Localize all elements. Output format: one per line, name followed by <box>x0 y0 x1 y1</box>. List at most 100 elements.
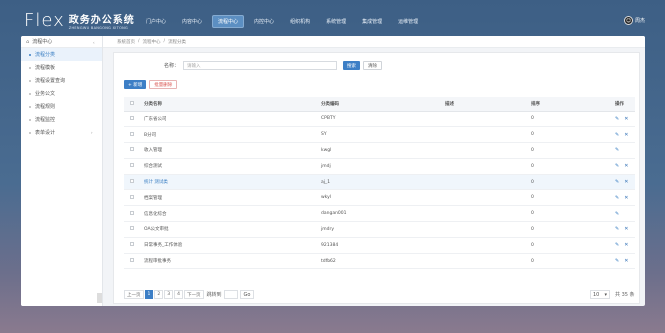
chevron-left-icon[interactable]: ‹ <box>93 40 95 45</box>
delete-icon[interactable]: ✕ <box>624 226 628 232</box>
cell-name: 收入管理 <box>144 142 321 159</box>
select-all-checkbox[interactable] <box>130 100 134 105</box>
nav-item[interactable]: 系统管理 <box>320 15 352 28</box>
table-row[interactable]: B分司 SY 0 ✎ ✕ <box>124 126 635 144</box>
sidebar-item[interactable]: 流程分类 <box>21 48 102 61</box>
edit-icon[interactable]: ✎ <box>615 242 619 248</box>
delete-icon[interactable]: ✕ <box>624 195 628 201</box>
breadcrumb-item[interactable]: 流程中心 <box>143 39 161 45</box>
table-row[interactable]: 广东省公司 CPBTY 0 ✎ ✕ <box>124 111 635 128</box>
sidebar-item-label: 流程分类 <box>35 52 56 58</box>
row-checkbox[interactable] <box>130 242 134 247</box>
table-row[interactable]: 档案管理 wkyl 0 ✎ ✕ <box>124 189 635 207</box>
go-button[interactable]: Go <box>239 290 255 299</box>
page-number-button[interactable]: 2 <box>154 290 164 299</box>
prev-page-button[interactable]: 上一页 <box>124 290 144 299</box>
delete-icon[interactable]: ✕ <box>624 132 628 138</box>
nav-item[interactable]: 组织机构 <box>284 15 316 28</box>
nav-item[interactable]: 门户中心 <box>140 15 172 28</box>
cell-actions: ✎ ✕ <box>615 158 635 175</box>
edit-icon[interactable]: ✎ <box>615 147 619 153</box>
cell-desc <box>445 253 531 270</box>
sidebar-item-label: 流程监控 <box>35 117 56 123</box>
sidebar-item[interactable]: 流程监控 <box>21 113 102 126</box>
table-row[interactable]: 收入管理 kwgl 0 ✎ <box>124 142 635 159</box>
add-button[interactable]: + 新增 <box>124 80 147 89</box>
page-number-button[interactable]: 3 <box>164 290 174 299</box>
nav-item[interactable]: 集成管理 <box>356 15 388 28</box>
table-row[interactable]: 信息化综合 dangan001 0 ✎ <box>124 205 635 223</box>
table-row[interactable]: 统计 测试类 aj_1 0 ✎ ✕ <box>124 174 635 191</box>
breadcrumb-item[interactable]: 系统首页 <box>117 39 135 45</box>
edit-icon[interactable]: ✎ <box>615 258 619 264</box>
sidebar-item[interactable]: 流程规则 <box>21 100 102 113</box>
main-area: 系统首页 / 流程中心 / 流程分类 名称： 请输入 搜索 清除 + 新增 批量删除 分… <box>103 36 645 306</box>
sidebar-item[interactable]: 流程模板 <box>21 61 102 74</box>
logo[interactable]: Flex 政务办公系统 ZHENGWU BANGONG XITONG <box>24 10 135 31</box>
total-count: 共 35 条 <box>615 292 635 298</box>
sidebar-header[interactable]: ⌂ 流程中心 ‹ <box>21 36 102 48</box>
cell-desc <box>445 205 531 223</box>
cell-name: 流程审批事务 <box>144 253 321 270</box>
delete-icon[interactable]: ✕ <box>624 116 628 122</box>
row-checkbox[interactable] <box>130 194 134 199</box>
breadcrumb-item[interactable]: 流程分类 <box>168 39 186 45</box>
search-button[interactable]: 搜索 <box>343 61 361 70</box>
sidebar-scrollbar[interactable] <box>97 293 102 303</box>
page-size-select[interactable]: 10 ▾ <box>590 290 610 299</box>
nav-item[interactable]: 内控中心 <box>248 15 280 28</box>
cell-code: jmdry <box>321 221 445 238</box>
goto-label: 跳转到 <box>206 292 222 298</box>
cell-desc <box>445 189 531 207</box>
delete-icon[interactable]: ✕ <box>624 242 628 248</box>
delete-icon[interactable]: ✕ <box>624 258 628 264</box>
sidebar-item[interactable]: 表单设计 › <box>21 126 102 139</box>
row-checkbox[interactable] <box>130 147 134 152</box>
cell-order: 0 <box>531 253 615 270</box>
user-name[interactable]: 周杰 <box>635 17 645 24</box>
row-checkbox[interactable] <box>130 115 134 120</box>
page-number-button[interactable]: 4 <box>174 290 183 299</box>
cell-name: 日常事务_工作体验 <box>144 237 321 254</box>
sidebar-item[interactable]: 业务公文 <box>21 87 102 100</box>
next-page-button[interactable]: 下一页 <box>184 290 204 299</box>
cell-order: 0 <box>531 158 615 175</box>
table-row[interactable]: OA公文审批 jmdry 0 ✎ ✕ <box>124 221 635 238</box>
sidebar-item[interactable]: 流程设置查询 <box>21 74 102 87</box>
edit-icon[interactable]: ✎ <box>615 195 619 201</box>
batch-delete-button[interactable]: 批量删除 <box>149 80 178 89</box>
nav-item[interactable]: 运维管理 <box>392 15 424 28</box>
goto-page-input[interactable] <box>223 290 238 299</box>
row-checkbox[interactable] <box>130 210 134 215</box>
cell-code: wkyl <box>321 189 445 207</box>
edit-icon[interactable]: ✎ <box>615 163 619 169</box>
cell-order: 0 <box>531 111 615 128</box>
table-row[interactable]: 综合测试 jmdj 0 ✎ ✕ <box>124 158 635 175</box>
row-checkbox[interactable] <box>130 226 134 231</box>
cell-name: OA公文审批 <box>144 221 321 238</box>
table-row[interactable]: 流程审批事务 tdfb62 0 ✎ ✕ <box>124 253 635 270</box>
table-row[interactable]: 日常事务_工作体验 921384 0 ✎ ✕ <box>124 237 635 254</box>
col-name-header: 分类名称 <box>144 97 321 112</box>
cell-code: tdfb62 <box>321 253 445 270</box>
page-number-button[interactable]: 1 <box>144 290 154 299</box>
nav-item[interactable]: 内容中心 <box>176 15 208 28</box>
reset-button[interactable]: 清除 <box>363 61 383 70</box>
edit-icon[interactable]: ✎ <box>615 211 619 217</box>
row-checkbox[interactable] <box>130 163 134 168</box>
edit-icon[interactable]: ✎ <box>615 226 619 232</box>
avatar[interactable]: ☺ <box>624 16 633 25</box>
row-checkbox[interactable] <box>130 258 134 263</box>
edit-icon[interactable]: ✎ <box>615 116 619 122</box>
nav-item[interactable]: 流程中心 <box>212 15 245 28</box>
system-name-en: ZHENGWU BANGONG XITONG <box>68 26 129 30</box>
delete-icon[interactable]: ✕ <box>624 179 628 185</box>
delete-icon[interactable]: ✕ <box>624 163 628 169</box>
search-input[interactable]: 请输入 <box>183 61 338 70</box>
user-menu[interactable]: ☺ 周杰 <box>624 16 645 25</box>
edit-icon[interactable]: ✎ <box>615 132 619 138</box>
edit-icon[interactable]: ✎ <box>615 179 619 185</box>
row-checkbox[interactable] <box>130 179 134 184</box>
table-header-row: 分类名称 分类编码 描述 排序 操作 <box>124 97 635 112</box>
row-checkbox[interactable] <box>130 131 134 136</box>
